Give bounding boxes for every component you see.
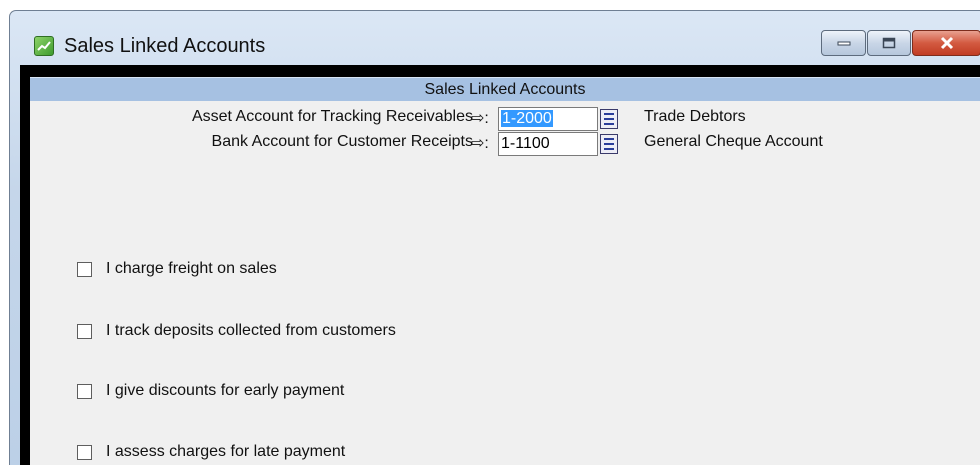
asset-account-name: Trade Debtors [644, 108, 746, 125]
bank-account-value: 1-1100 [501, 135, 550, 152]
maximize-icon [868, 31, 910, 55]
late-payment-charge-option[interactable]: I assess charges for late payment [77, 443, 345, 461]
bank-account-label: Bank Account for Customer Receipts [211, 133, 473, 150]
late-payment-charge-checkbox[interactable] [77, 444, 92, 460]
close-icon [913, 31, 980, 55]
asset-account-label: Asset Account for Tracking Receivables [191, 108, 473, 125]
asset-account-arrow-icon[interactable]: ⇨: [471, 108, 489, 128]
minimize-icon [822, 31, 865, 55]
charge-freight-checkbox[interactable] [77, 261, 92, 277]
close-button[interactable] [912, 30, 980, 56]
early-payment-discount-checkbox[interactable] [77, 383, 92, 399]
window-title: Sales Linked Accounts [64, 35, 266, 57]
bank-account-name: General Cheque Account [644, 133, 823, 150]
asset-account-lookup-icon[interactable] [600, 109, 618, 129]
asset-account-value: 1-2000 [501, 110, 553, 127]
content-frame: Sales Linked Accounts Asset Account for … [20, 65, 980, 465]
charge-freight-option[interactable]: I charge freight on sales [77, 260, 277, 278]
bank-account-field[interactable]: 1-1100 [498, 132, 598, 156]
title-bar[interactable]: Sales Linked Accounts [10, 11, 980, 61]
app-icon [34, 36, 54, 56]
early-payment-discount-option[interactable]: I give discounts for early payment [77, 382, 344, 400]
bank-account-arrow-icon[interactable]: ⇨: [471, 133, 489, 153]
section-header: Sales Linked Accounts [30, 77, 980, 102]
charge-freight-label[interactable]: I charge freight on sales [106, 260, 277, 278]
late-payment-charge-label[interactable]: I assess charges for late payment [106, 443, 345, 461]
asset-account-field[interactable]: 1-2000 [498, 107, 598, 131]
screen: Sales Linked Accounts Sales Linked Accou… [0, 0, 980, 465]
bank-account-lookup-icon[interactable] [600, 134, 618, 154]
sales-linked-accounts-window: Sales Linked Accounts Sales Linked Accou… [9, 10, 980, 465]
minimize-button[interactable] [821, 30, 866, 56]
track-deposits-checkbox[interactable] [77, 323, 92, 339]
track-deposits-label[interactable]: I track deposits collected from customer… [106, 322, 396, 340]
early-payment-discount-label[interactable]: I give discounts for early payment [106, 382, 344, 400]
track-deposits-option[interactable]: I track deposits collected from customer… [77, 322, 396, 340]
maximize-button[interactable] [867, 30, 911, 56]
linked-accounts-panel: Asset Account for Tracking Receivables ⇨… [30, 101, 980, 465]
